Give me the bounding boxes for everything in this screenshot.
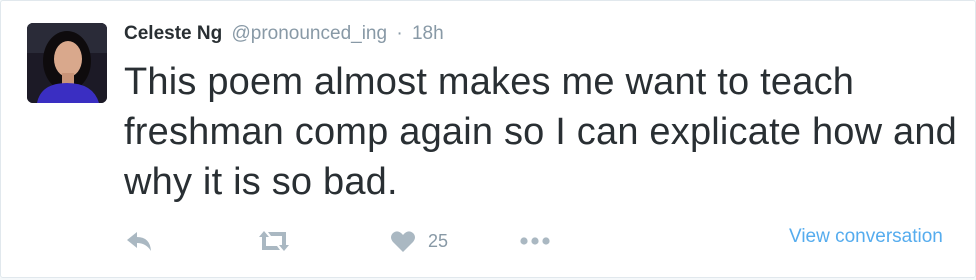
- heart-icon: [391, 231, 415, 252]
- like-count: 25: [428, 230, 449, 251]
- reply-button[interactable]: [124, 229, 154, 253]
- author-name[interactable]: Celeste Ng: [124, 23, 222, 44]
- tweet-card: Celeste Ng @pronounced_ing · 18h This po…: [0, 0, 976, 278]
- avatar[interactable]: [27, 23, 107, 103]
- retweet-button[interactable]: [257, 229, 291, 253]
- more-dots-icon: [520, 237, 550, 245]
- reply-icon: [127, 232, 151, 251]
- like-button[interactable]: 25: [390, 229, 448, 253]
- author-handle[interactable]: @pronounced_ing: [231, 23, 387, 44]
- avatar-image: [27, 23, 107, 103]
- separator: ·: [396, 23, 403, 44]
- tweet-header: Celeste Ng @pronounced_ing · 18h: [124, 22, 444, 46]
- tweet-text: This poem almost makes me want to teach …: [124, 61, 958, 203]
- more-button[interactable]: [519, 235, 551, 247]
- tweet-actions: 25 View conversation: [1, 223, 976, 263]
- retweet-icon: [259, 231, 289, 251]
- view-conversation-link[interactable]: View conversation: [789, 226, 943, 248]
- timestamp[interactable]: 18h: [412, 23, 444, 44]
